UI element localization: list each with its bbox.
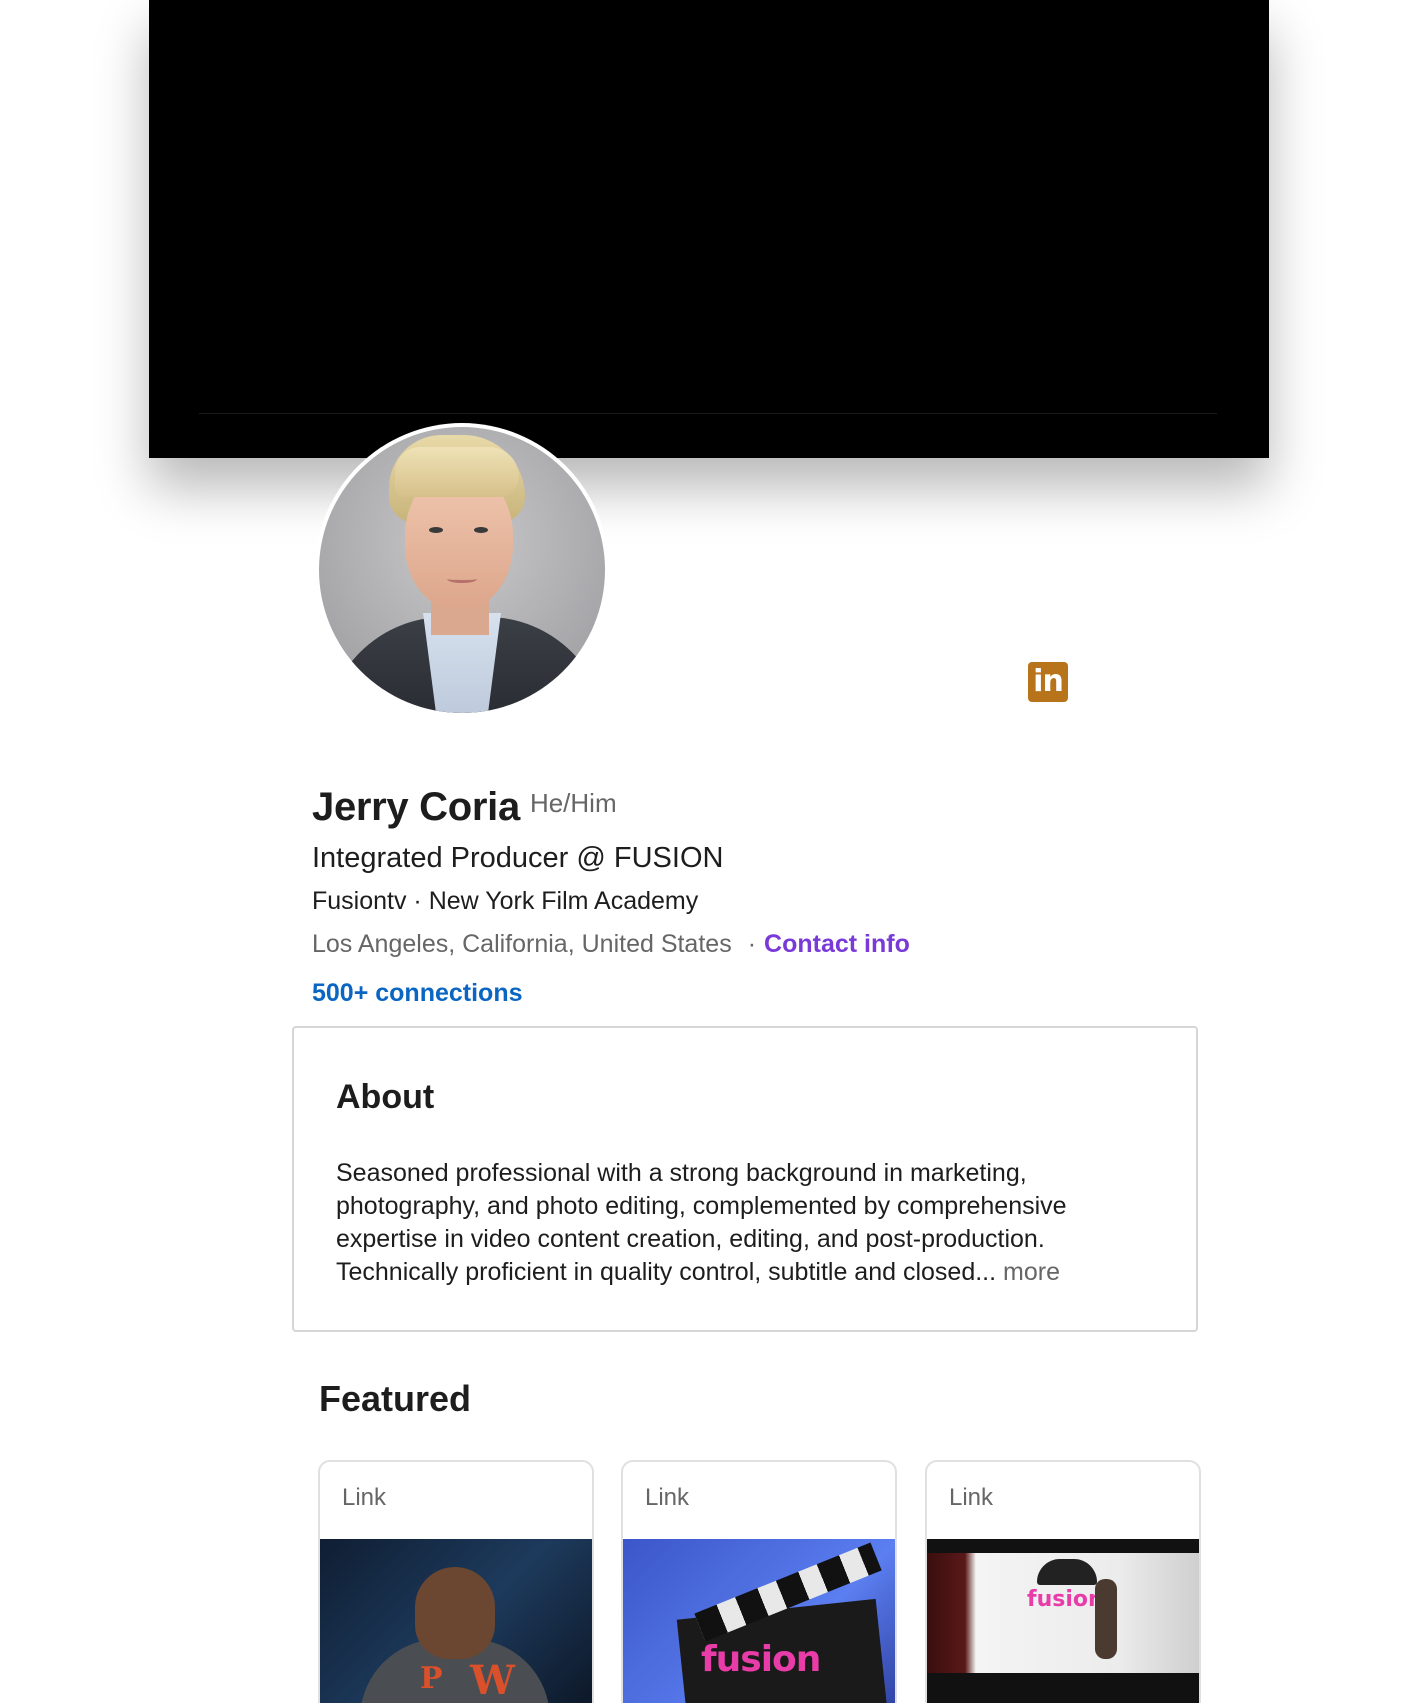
location-separator: ·: [747, 930, 757, 958]
profile-location: Los Angeles, California, United States: [312, 930, 732, 958]
featured-title: Featured: [319, 1378, 472, 1419]
fusion-logo: fusion: [701, 1639, 821, 1680]
avatar-mouth: [447, 575, 477, 583]
connections-link[interactable]: 500+ connections: [312, 979, 1212, 1008]
linkedin-icon[interactable]: in: [1028, 662, 1068, 702]
featured-card[interactable]: Link fusion: [925, 1460, 1201, 1703]
fusion-logo: fusion: [1027, 1587, 1104, 1612]
profile-avatar[interactable]: [315, 423, 609, 717]
featured-card-kind: Link: [645, 1484, 690, 1511]
about-text: Seasoned professional with a strong back…: [336, 1159, 1067, 1286]
featured-card[interactable]: Link fusion: [621, 1460, 897, 1703]
cover-image: [199, 0, 1217, 414]
profile-headline: Integrated Producer @ FUSION: [312, 842, 724, 874]
location-row: Los Angeles, California, United States ·…: [312, 930, 1212, 959]
studio-umbrella: [1037, 1559, 1097, 1585]
avatar-fringe: [395, 447, 519, 497]
about-text-block: Seasoned professional with a strong back…: [336, 1157, 1156, 1289]
avatar-eye-left: [429, 527, 443, 533]
cover-banner: [149, 0, 1269, 458]
name-row: Jerry Coria He/Him: [312, 785, 1212, 830]
profile-intro: Jerry Coria He/Him Integrated Producer @…: [312, 785, 1212, 1008]
featured-card-kind: Link: [949, 1484, 994, 1511]
profile-name: Jerry Coria: [312, 785, 520, 829]
profile-photo: [319, 427, 605, 713]
profile-pronouns: He/Him: [529, 788, 617, 818]
contact-info-link[interactable]: Contact info: [764, 930, 910, 959]
thumb-letter-w: W: [470, 1657, 515, 1703]
featured-thumbnail: fusion: [623, 1539, 895, 1703]
about-section: About Seasoned professional with a stron…: [292, 1026, 1198, 1332]
thumb-letter-p: P: [420, 1661, 443, 1696]
featured-thumbnail: P W: [320, 1539, 592, 1703]
profile-subline: Fusiontv · New York Film Academy: [312, 887, 699, 915]
featured-card[interactable]: Link P W: [318, 1460, 594, 1703]
about-title: About: [336, 1078, 435, 1116]
thumb-person: [415, 1567, 495, 1659]
avatar-eye-right: [474, 527, 488, 533]
featured-card-kind: Link: [342, 1484, 387, 1511]
featured-thumbnail: fusion: [927, 1539, 1199, 1703]
about-more-button[interactable]: more: [1003, 1258, 1060, 1286]
profile-page: in Jerry Coria He/Him Integrated Produce…: [0, 0, 1406, 1703]
studio-person: [1095, 1579, 1117, 1659]
